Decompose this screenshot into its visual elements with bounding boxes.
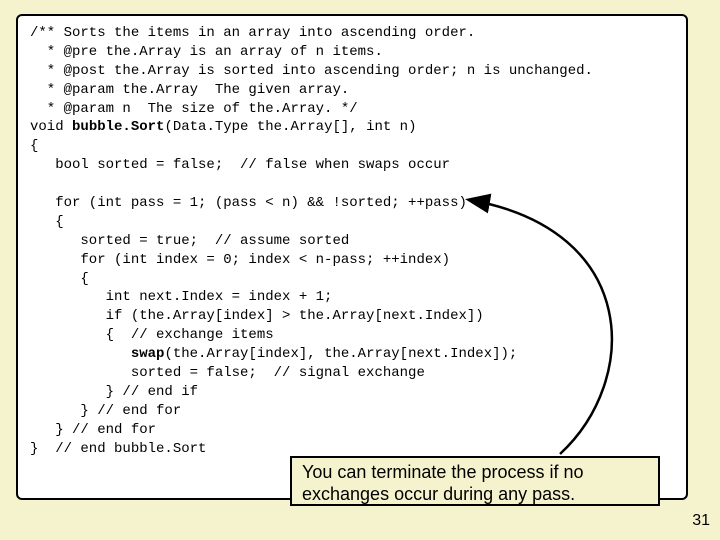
code-line: for (int index = 0; index < n-pass; ++in… [30, 252, 450, 268]
code-line: * @param n The size of the.Array. */ [30, 101, 358, 117]
code-line: if (the.Array[index] > the.Array[next.In… [30, 308, 484, 324]
callout-box: You can terminate the process if no exch… [290, 456, 660, 506]
code-line: } // end for [30, 422, 156, 438]
code-line: { [30, 271, 89, 287]
code-line: swap(the.Array[index], the.Array[next.In… [30, 346, 517, 362]
code-line: /** Sorts the items in an array into asc… [30, 25, 475, 41]
code-line: { [30, 138, 38, 154]
callout-line-2: exchanges occur during any pass. [302, 484, 648, 506]
code-line: sorted = false; // signal exchange [30, 365, 425, 381]
code-line: } // end for [30, 403, 181, 419]
code-line: int next.Index = index + 1; [30, 289, 332, 305]
page-number: 31 [692, 512, 710, 530]
code-line: * @pre the.Array is an array of n items. [30, 44, 383, 60]
code-line: * @post the.Array is sorted into ascendi… [30, 63, 593, 79]
code-block: /** Sorts the items in an array into asc… [30, 24, 674, 458]
code-line: for (int pass = 1; (pass < n) && !sorted… [30, 195, 467, 211]
code-box: /** Sorts the items in an array into asc… [16, 14, 688, 500]
code-line: sorted = true; // assume sorted [30, 233, 349, 249]
callout-line-1: You can terminate the process if no [302, 462, 648, 484]
code-line: * @param the.Array The given array. [30, 82, 349, 98]
code-line: } // end bubble.Sort [30, 441, 206, 457]
code-line: void bubble.Sort(Data.Type the.Array[], … [30, 119, 416, 135]
code-line: { // exchange items [30, 327, 274, 343]
code-line: bool sorted = false; // false when swaps… [30, 157, 450, 173]
code-line: } // end if [30, 384, 198, 400]
code-line: { [30, 214, 64, 230]
